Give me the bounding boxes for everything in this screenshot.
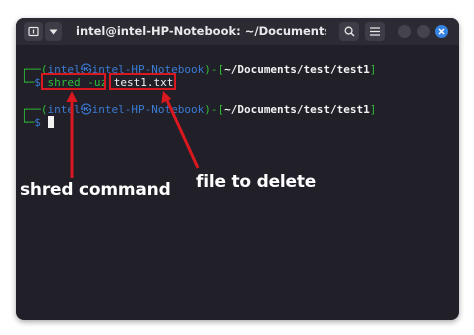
menu-button[interactable] bbox=[365, 22, 385, 41]
title-bar: intel@intel-HP-Notebook: ~/Documents/tes… bbox=[16, 18, 459, 45]
prompt-bracket-end: ] bbox=[369, 103, 377, 116]
prompt-symbol: $ bbox=[34, 116, 48, 129]
prompt-path: ~/Documents/test/test1 bbox=[224, 63, 370, 76]
window-title: intel@intel-HP-Notebook: ~/Documents/tes… bbox=[76, 24, 326, 38]
minimize-button[interactable] bbox=[398, 25, 411, 38]
filename-highlight bbox=[109, 73, 176, 90]
prompt-corner: ┌──( bbox=[21, 103, 48, 116]
file-to-delete-annotation: file to delete bbox=[196, 172, 317, 192]
new-tab-button[interactable] bbox=[24, 22, 43, 41]
search-icon bbox=[344, 26, 354, 37]
chevron-down-icon bbox=[49, 29, 58, 34]
close-button[interactable] bbox=[435, 25, 448, 38]
text-cursor bbox=[47, 116, 54, 128]
maximize-button[interactable] bbox=[417, 25, 430, 38]
shred-command-annotation: shred command bbox=[20, 180, 171, 200]
prompt-separator: )-[ bbox=[204, 63, 225, 76]
active-prompt-line[interactable]: └─$ bbox=[21, 116, 54, 130]
prompt-header-line: ┌──(intel㉿intel-HP-Notebook)-[~/Document… bbox=[21, 103, 376, 117]
close-icon bbox=[438, 28, 445, 35]
terminal-window: intel@intel-HP-Notebook: ~/Documents/tes… bbox=[16, 18, 459, 320]
prompt-corner: └─ bbox=[21, 116, 35, 129]
search-button[interactable] bbox=[339, 22, 359, 41]
prompt-user-host: intel㉿intel-HP-Notebook bbox=[47, 103, 205, 116]
prompt-path: ~/Documents/test/test1 bbox=[224, 103, 370, 116]
prompt-separator: )-[ bbox=[204, 103, 225, 116]
tab-dropdown-button[interactable] bbox=[45, 22, 62, 41]
prompt-corner: └─ bbox=[21, 76, 35, 89]
new-tab-icon bbox=[28, 26, 39, 37]
shred-command-highlight bbox=[41, 73, 106, 90]
prompt-bracket-end: ] bbox=[369, 63, 377, 76]
hamburger-menu-icon bbox=[370, 27, 380, 36]
